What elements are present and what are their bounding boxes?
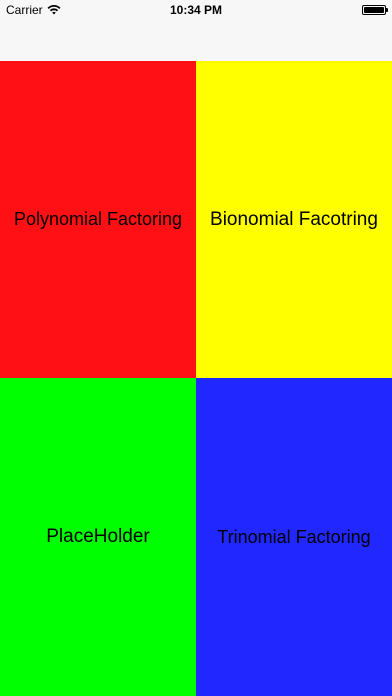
trinomial-factoring-label: Trinomial Factoring [217, 526, 371, 547]
wifi-icon [47, 5, 61, 15]
carrier-label: Carrier [6, 3, 43, 17]
status-left: Carrier [6, 3, 61, 17]
battery-icon [362, 5, 388, 15]
binomial-factoring-button[interactable]: Bionomial Facotring [196, 61, 392, 378]
battery-level [364, 7, 384, 13]
trinomial-factoring-button[interactable]: Trinomial Factoring [196, 378, 392, 696]
polynomial-factoring-button[interactable]: Polynomial Factoring [0, 61, 196, 378]
app-screen: Carrier 10:34 PM Polynomial Factoring Bi… [0, 0, 392, 696]
status-right [362, 5, 388, 15]
navigation-bar [0, 20, 392, 61]
placeholder-button[interactable]: PlaceHolder [0, 378, 196, 696]
status-bar: Carrier 10:34 PM [0, 0, 392, 20]
placeholder-label: PlaceHolder [46, 526, 150, 547]
polynomial-factoring-label: Polynomial Factoring [13, 209, 183, 229]
binomial-factoring-label: Bionomial Facotring [210, 208, 378, 230]
tile-grid: Polynomial Factoring Bionomial Facotring… [0, 61, 392, 696]
